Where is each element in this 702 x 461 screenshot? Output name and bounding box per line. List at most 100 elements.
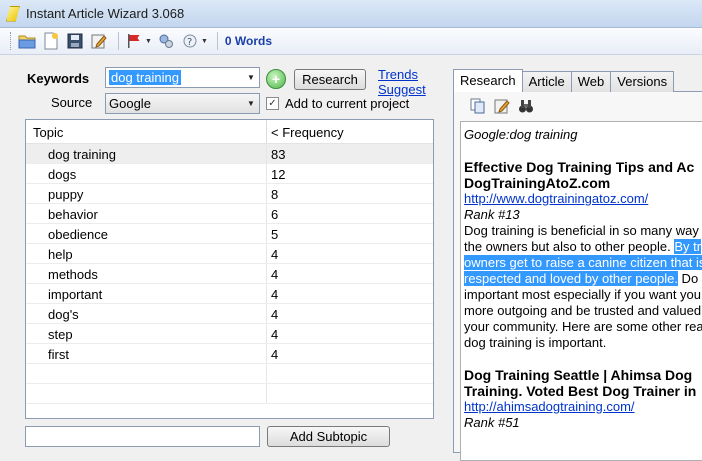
source-label: Source	[51, 95, 93, 110]
trends-link[interactable]: Trends	[378, 67, 418, 82]
toolbar-separator	[216, 32, 218, 50]
result-snippet-line: more outgoing and be trusted and valued	[464, 303, 702, 318]
table-row[interactable]: behavior 6	[26, 204, 433, 224]
result-title: Dog Training Seattle | Ahimsa Dog	[464, 367, 693, 383]
right-tab-bar: Research Article Web Versions	[453, 69, 675, 92]
help-dropdown-chevron-icon[interactable]: ▼	[201, 38, 208, 45]
frequency-cell: 4	[271, 247, 279, 262]
add-to-project-checkbox[interactable]: ✓	[266, 97, 279, 110]
result-title: Effective Dog Training Tips and Ac	[464, 159, 695, 175]
table-row-empty	[26, 364, 433, 384]
copy-icon[interactable]	[470, 98, 486, 117]
table-header: Topic < Frequency	[26, 120, 433, 144]
word-count: 0 Words	[224, 34, 272, 48]
edit-icon[interactable]	[89, 31, 109, 51]
flag-dropdown-chevron-icon[interactable]: ▼	[145, 38, 152, 45]
topic-cell: step	[26, 324, 267, 343]
research-query: Google:dog training	[464, 127, 578, 142]
topic-cell: first	[26, 344, 267, 363]
table-row[interactable]: help 4	[26, 244, 433, 264]
app-logo-icon	[6, 5, 20, 22]
tab-article[interactable]: Article	[521, 71, 572, 92]
title-bar: Instant Article Wizard 3.068	[0, 0, 702, 28]
svg-text:?: ?	[187, 37, 192, 48]
keywords-label: Keywords	[27, 71, 90, 86]
toolbar-grip[interactable]	[10, 32, 13, 50]
topic-cell: dog training	[26, 144, 267, 163]
binoculars-icon[interactable]	[518, 98, 534, 117]
tab-web[interactable]: Web	[570, 71, 612, 92]
result-rank: Rank #13	[464, 207, 520, 222]
result-snippet-line: important most especially if you want yo…	[464, 287, 701, 302]
result-snippet-line: your community. Here are some other rea	[464, 319, 702, 334]
tab-research[interactable]: Research	[453, 69, 523, 92]
new-document-icon[interactable]	[41, 31, 61, 51]
frequency-cell: 5	[271, 227, 279, 242]
result-snippet-line: Dog training is beneficial in so many wa…	[464, 223, 699, 238]
frequency-cell: 4	[271, 307, 279, 322]
suggest-link[interactable]: Suggest	[378, 82, 426, 97]
frequency-cell: 4	[271, 327, 279, 342]
result-rank: Rank #51	[464, 415, 520, 430]
frequency-cell: 4	[271, 347, 279, 362]
toolbar-separator	[118, 32, 119, 50]
source-select[interactable]: Google ▼	[105, 93, 260, 114]
table-row[interactable]: methods 4	[26, 264, 433, 284]
result-title: Training. Voted Best Dog Trainer in	[464, 383, 697, 399]
help-icon[interactable]: ?	[180, 31, 200, 51]
column-header-frequency[interactable]: < Frequency	[267, 120, 344, 143]
source-value: Google	[109, 96, 151, 111]
edit-icon[interactable]	[494, 98, 510, 117]
topic-cell: behavior	[26, 204, 267, 223]
save-icon[interactable]	[65, 31, 85, 51]
frequency-cell: 6	[271, 207, 279, 222]
result-snippet-line: owners get to raise a canine citizen tha…	[464, 255, 702, 271]
topic-cell: obedience	[26, 224, 267, 243]
tab-versions[interactable]: Versions	[610, 71, 675, 92]
table-row[interactable]: obedience 5	[26, 224, 433, 244]
frequency-cell: 4	[271, 287, 279, 302]
topic-cell: methods	[26, 264, 267, 283]
frequency-cell: 4	[271, 267, 279, 282]
frequency-cell: 12	[271, 167, 286, 182]
result-snippet-line: dog training is important.	[464, 335, 607, 350]
keywords-combobox[interactable]: dog training ▼	[105, 67, 260, 88]
result-url-link[interactable]: http://ahimsadogtraining.com/	[464, 399, 702, 415]
topic-cell: help	[26, 244, 267, 263]
add-to-project-label: Add to current project	[285, 96, 410, 111]
research-results[interactable]: Google:dog training Effective Dog Traini…	[460, 121, 702, 461]
topic-cell: dog's	[26, 304, 267, 323]
topic-cell: important	[26, 284, 267, 303]
table-row[interactable]: puppy 8	[26, 184, 433, 204]
main-toolbar: ▼ ? ▼ 0 Words	[0, 28, 702, 55]
chevron-down-icon[interactable]: ▼	[243, 94, 259, 113]
flag-icon[interactable]	[124, 31, 144, 51]
table-row[interactable]: dogs 12	[26, 164, 433, 184]
table-row[interactable]: dog's 4	[26, 304, 433, 324]
research-toolbar	[470, 98, 534, 117]
add-subtopic-button[interactable]: Add Subtopic	[267, 426, 390, 447]
add-keyword-icon[interactable]: +	[266, 69, 286, 89]
table-row-empty	[26, 384, 433, 404]
column-header-topic[interactable]: Topic	[26, 120, 267, 143]
keywords-value[interactable]: dog training	[109, 70, 181, 85]
result-url-link[interactable]: http://www.dogtrainingatoz.com/	[464, 191, 702, 207]
window-title: Instant Article Wizard 3.068	[26, 6, 185, 21]
table-row[interactable]: step 4	[26, 324, 433, 344]
topic-cell: puppy	[26, 184, 267, 203]
table-row[interactable]: first 4	[26, 344, 433, 364]
topic-table[interactable]: Topic < Frequency dog training 83 dogs 1…	[25, 119, 434, 419]
subtopic-input[interactable]	[25, 426, 260, 447]
frequency-cell: 83	[271, 147, 286, 162]
tools-icon[interactable]	[156, 31, 176, 51]
table-row[interactable]: important 4	[26, 284, 433, 304]
result-snippet-line: respected and loved by other people. Do	[464, 271, 699, 286]
chevron-down-icon[interactable]: ▼	[243, 68, 259, 87]
table-row[interactable]: dog training 83	[26, 144, 433, 164]
frequency-cell: 8	[271, 187, 279, 202]
research-button[interactable]: Research	[294, 69, 366, 90]
result-snippet-line: the owners but also to other people. By …	[464, 239, 702, 254]
result-title: DogTrainingAtoZ.com	[464, 175, 611, 191]
open-folder-icon[interactable]	[17, 31, 37, 51]
topic-cell: dogs	[26, 164, 267, 183]
